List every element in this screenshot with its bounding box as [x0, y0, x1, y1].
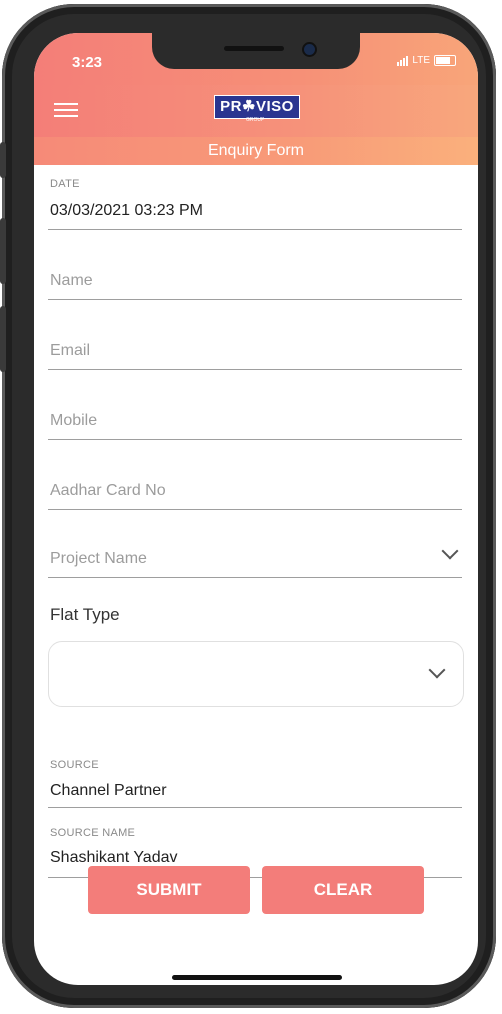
volume-down-button [0, 306, 6, 372]
flat-type-label: Flat Type [50, 605, 120, 624]
volume-up-button [0, 218, 6, 284]
network-label: LTE [412, 55, 430, 66]
source-label: SOURCE [50, 759, 99, 771]
source-name-value: Shashikant Yadav [50, 849, 178, 866]
home-indicator[interactable] [172, 975, 342, 980]
status-icons: LTE [397, 55, 456, 66]
source-value: Channel Partner [50, 782, 167, 799]
email-input[interactable]: Email [48, 299, 462, 370]
project-name-select[interactable]: Project Name [48, 509, 462, 578]
logo-subtext: GROUP [246, 117, 265, 123]
source-name-label: SOURCE NAME [50, 827, 136, 839]
source-field[interactable]: SOURCE Channel Partner [48, 725, 462, 808]
mobile-placeholder: Mobile [50, 412, 98, 429]
speaker [224, 46, 284, 51]
aadhar-input[interactable]: Aadhar Card No [48, 439, 462, 510]
app-header: PR☘VISO GROUP [34, 85, 478, 137]
menu-icon[interactable] [54, 99, 78, 119]
chevron-down-icon[interactable] [441, 542, 459, 560]
date-label: DATE [50, 178, 80, 190]
proviso-logo: PR☘VISO [214, 95, 300, 119]
project-name-placeholder: Project Name [50, 550, 147, 567]
mobile-input[interactable]: Mobile [48, 369, 462, 440]
signal-icon [397, 55, 409, 66]
date-value: 03/03/2021 03:23 PM [50, 202, 204, 219]
clear-button[interactable]: CLEAR [262, 866, 424, 914]
aadhar-placeholder: Aadhar Card No [50, 482, 166, 499]
screen-title: Enquiry Form [34, 137, 478, 165]
front-camera [302, 42, 317, 57]
name-placeholder: Name [50, 272, 93, 289]
status-bar: 3:23 LTE [34, 33, 478, 85]
name-input[interactable]: Name [48, 229, 462, 300]
battery-icon [434, 55, 456, 66]
status-time: 3:23 [72, 54, 103, 71]
notch [152, 33, 360, 69]
flat-type-select[interactable] [48, 641, 464, 707]
date-field[interactable]: DATE 03/03/2021 03:23 PM [48, 165, 462, 230]
email-placeholder: Email [50, 342, 91, 359]
submit-button[interactable]: SUBMIT [88, 866, 250, 914]
chevron-down-icon[interactable] [428, 661, 446, 679]
phone-screen: 3:23 LTE PR☘VISO GROUP Enquiry Form DATE… [34, 33, 478, 985]
mute-switch [0, 142, 6, 178]
